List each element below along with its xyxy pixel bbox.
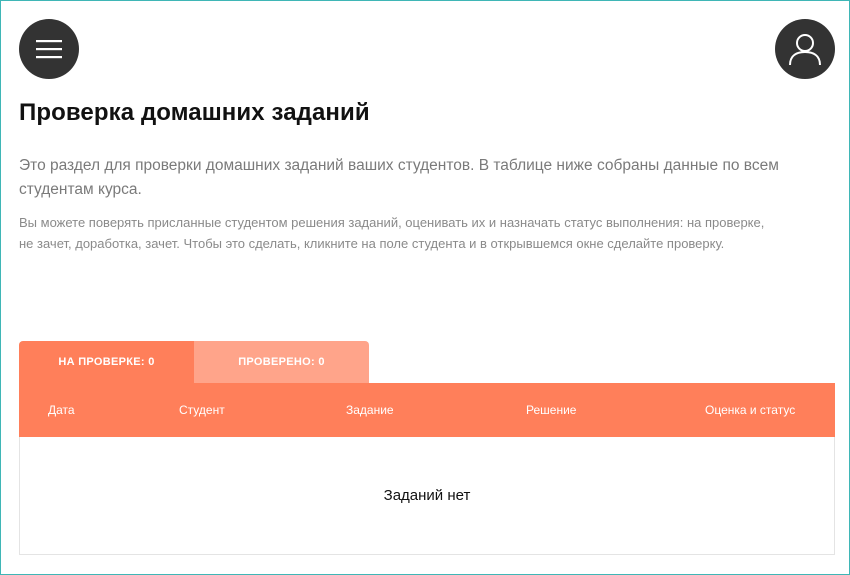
status-tabs: НА ПРОВЕРКЕ: 0 ПРОВЕРЕНО: 0: [19, 341, 369, 383]
column-header-student[interactable]: Студент: [179, 383, 225, 437]
tab-reviewed[interactable]: ПРОВЕРЕНО: 0: [194, 341, 369, 383]
page-description: Это раздел для проверки домашних заданий…: [19, 157, 779, 198]
menu-button[interactable]: [19, 19, 79, 79]
profile-button[interactable]: [775, 19, 835, 79]
column-header-grade-status[interactable]: Оценка и статус: [705, 383, 795, 437]
tab-on-review[interactable]: НА ПРОВЕРКЕ: 0: [19, 341, 194, 383]
column-header-solution[interactable]: Решение: [526, 383, 576, 437]
hamburger-menu-icon: [36, 40, 62, 59]
page-instructions: Вы можете поверять присланные студентом …: [19, 215, 765, 251]
table-header: Дата Студент Задание Решение Оценка и ст…: [19, 383, 835, 437]
column-header-task[interactable]: Задание: [346, 383, 394, 437]
empty-state-message: Заданий нет: [383, 487, 471, 504]
user-profile-icon: [789, 34, 821, 66]
page-title: Проверка домашних заданий: [19, 99, 370, 126]
column-header-date[interactable]: Дата: [48, 383, 75, 437]
table-body: Заданий нет: [19, 437, 835, 555]
